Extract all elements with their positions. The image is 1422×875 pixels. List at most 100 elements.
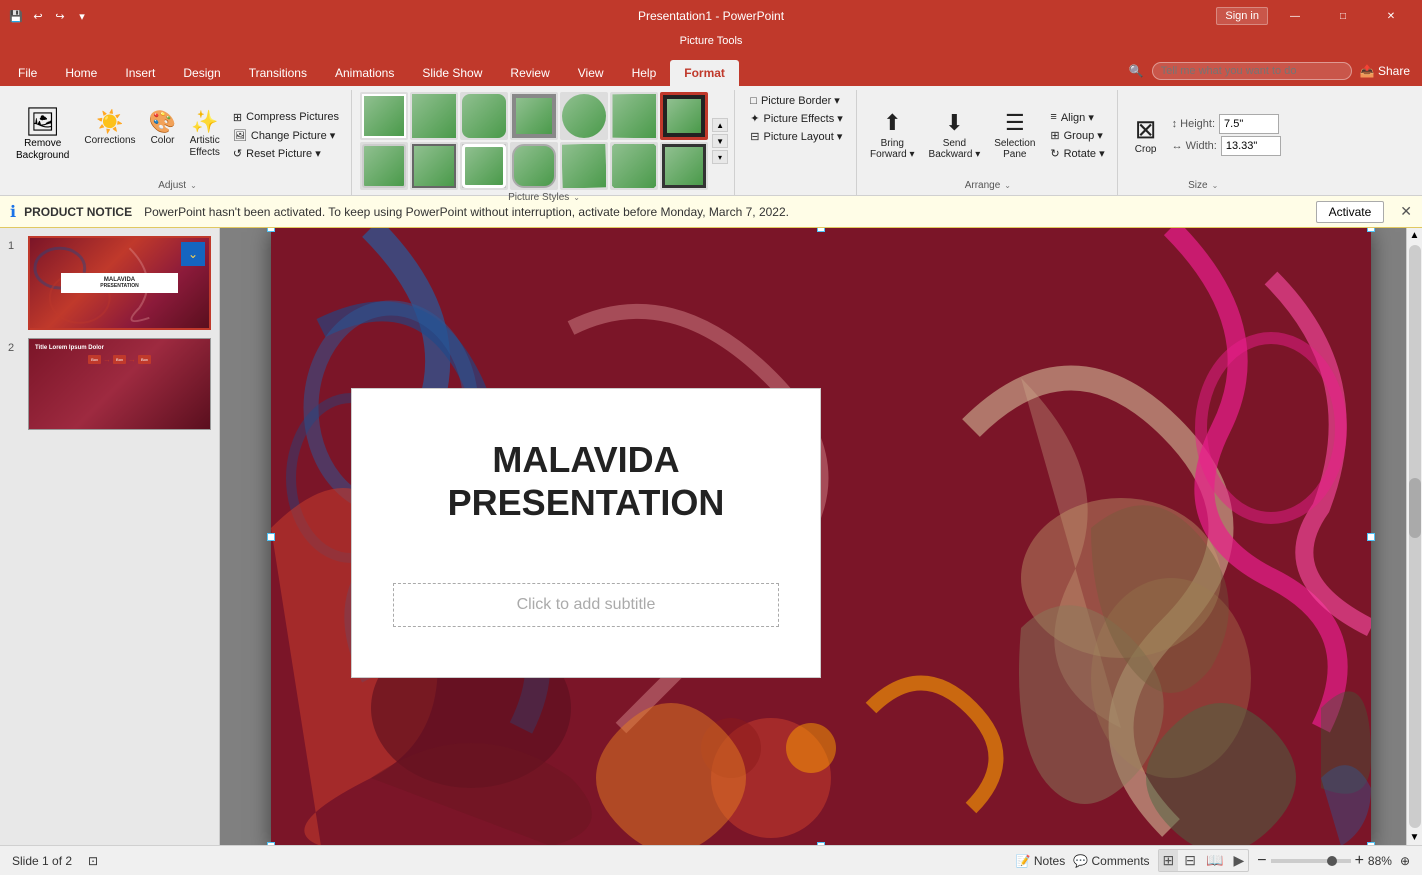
tab-animations[interactable]: Animations [321,60,408,86]
tab-insert[interactable]: Insert [111,60,169,86]
tab-review[interactable]: Review [496,60,563,86]
reading-view-button[interactable]: 📖 [1202,850,1227,871]
pic-style-14[interactable] [660,142,708,190]
pic-style-8[interactable] [360,142,408,190]
pic-style-1[interactable] [360,92,408,140]
sign-in-button[interactable]: Sign in [1216,7,1268,25]
slide-layout-button[interactable]: ⊡ [88,854,98,868]
normal-view-button[interactable]: ⊞ [1159,850,1179,871]
arrange-small-btns: ≡ Align ▾ ⊞ Group ▾ ↻ Rotate ▾ [1044,109,1110,162]
undo-icon[interactable]: ↩ [30,8,46,24]
tab-format[interactable]: Format [670,60,739,86]
reset-picture-button[interactable]: ↺ Reset Picture ▾ [227,145,345,162]
pic-style-2[interactable] [410,92,458,140]
pic-style-12[interactable] [560,142,608,190]
width-input[interactable] [1221,136,1281,156]
slide-canvas[interactable]: MALAVIDAPRESENTATION Click to add subtit… [271,228,1371,845]
selection-pane-label: SelectionPane [994,138,1035,160]
slide-handle-tl[interactable] [267,228,275,232]
arrange-expand-icon[interactable]: ⌄ [1004,181,1011,190]
maximize-button[interactable]: □ [1320,0,1366,32]
compress-pictures-button[interactable]: ⊞ Compress Pictures [227,109,345,126]
align-button[interactable]: ≡ Align ▾ [1044,109,1110,126]
tab-file[interactable]: File [4,60,51,86]
send-backward-button[interactable]: ⬇ SendBackward ▾ [924,107,986,163]
change-picture-button[interactable]: 🖼 Change Picture ▾ [227,127,345,144]
picture-border-button[interactable]: □ Picture Border ▾ [744,92,846,109]
slide-subtitle-box[interactable]: Click to add subtitle [393,583,778,627]
picture-effects-button[interactable]: ✦ Picture Effects ▾ [744,110,849,127]
group-label: Group ▾ [1064,129,1103,142]
notes-button[interactable]: 📝 Notes [1016,854,1066,868]
customize-qat-icon[interactable]: ▾ [74,8,90,24]
scroll-up-button[interactable]: ▲ [1408,228,1422,243]
slide-subtitle-text: Click to add subtitle [517,596,656,613]
zoom-slider[interactable] [1271,859,1351,863]
tab-view[interactable]: View [564,60,618,86]
tab-transitions[interactable]: Transitions [235,60,321,86]
pic-style-13[interactable] [610,142,658,190]
slide-thumb-1[interactable]: MALAVIDA PRESENTATION ⌄ [28,236,211,330]
search-input[interactable] [1152,62,1352,80]
color-button[interactable]: 🎨 Color [143,108,183,162]
notification-close-button[interactable]: ✕ [1400,203,1412,220]
pic-style-11[interactable] [510,142,558,190]
comments-button[interactable]: 💬 Comments [1073,854,1149,868]
remove-background-button[interactable]: 🖼 RemoveBackground [10,105,75,165]
slide-handle-bl[interactable] [267,842,275,846]
vertical-scrollbar[interactable]: ▲ ▼ [1406,228,1422,845]
tab-home[interactable]: Home [51,60,111,86]
artistic-effects-icon: ✨ [191,111,218,133]
gallery-up-button[interactable]: ▲ [712,118,728,132]
fit-slide-button[interactable]: ⊕ [1400,854,1410,868]
tab-design[interactable]: Design [169,60,234,86]
pic-style-9[interactable] [410,142,458,190]
slide-content-box[interactable]: MALAVIDAPRESENTATION Click to add subtit… [351,388,821,678]
adjust-expand-icon[interactable]: ⌄ [190,181,197,190]
bring-forward-button[interactable]: ⬆ BringForward ▾ [865,107,919,163]
zoom-out-button[interactable]: − [1257,852,1266,870]
slide-handle-right[interactable] [1367,533,1375,541]
zoom-thumb[interactable] [1327,856,1337,866]
pic-style-10[interactable] [460,142,508,190]
gallery-down-button[interactable]: ▼ [712,134,728,148]
zoom-in-button[interactable]: + [1355,852,1364,870]
slide-handle-left[interactable] [267,533,275,541]
scroll-thumb[interactable] [1409,478,1421,538]
picture-styles-gallery[interactable] [360,92,708,190]
corrections-button[interactable]: ☀️ Corrections [79,108,140,162]
pic-style-5[interactable] [560,92,608,140]
picture-layout-button[interactable]: ⊟ Picture Layout ▾ [744,128,848,145]
minimize-button[interactable]: — [1272,0,1318,32]
scroll-down-button[interactable]: ▼ [1408,830,1422,845]
slide-handle-br[interactable] [1367,842,1375,846]
activate-button[interactable]: Activate [1316,201,1385,223]
presentation-view-button[interactable]: ▶ [1229,850,1248,871]
slide-handle-tr[interactable] [1367,228,1375,232]
artistic-effects-button[interactable]: ✨ ArtisticEffects [185,108,225,162]
share-button[interactable]: 📤 Share [1360,64,1410,78]
pic-style-4[interactable] [510,92,558,140]
size-expand-icon[interactable]: ⌄ [1212,181,1219,190]
gallery-more-button[interactable]: ▾ [712,150,728,164]
slide-handle-top[interactable] [817,228,825,232]
height-input[interactable] [1219,114,1279,134]
save-icon[interactable]: 💾 [8,8,24,24]
group-button[interactable]: ⊞ Group ▾ [1044,127,1110,144]
pic-style-3[interactable] [460,92,508,140]
redo-icon[interactable]: ↪ [52,8,68,24]
tab-help[interactable]: Help [618,60,671,86]
slide-sorter-button[interactable]: ⊟ [1180,850,1200,871]
crop-button[interactable]: ⊠ Crop [1126,113,1166,158]
slide-handle-bottom[interactable] [817,842,825,846]
pic-style-7[interactable] [660,92,708,140]
slide-thumb-2[interactable]: Title Lorem Ipsum Dolor Box → Box → Box [28,338,211,430]
pic-style-6[interactable] [610,92,658,140]
reset-pic-icon: ↺ [233,147,242,160]
selection-pane-button[interactable]: ☰ SelectionPane [989,107,1040,163]
rotate-button[interactable]: ↻ Rotate ▾ [1044,145,1110,162]
tab-slideshow[interactable]: Slide Show [408,60,496,86]
picture-styles-expand-icon[interactable]: ⌄ [573,193,580,202]
close-button[interactable]: ✕ [1368,0,1414,32]
slide-main-title: MALAVIDAPRESENTATION [448,438,725,524]
